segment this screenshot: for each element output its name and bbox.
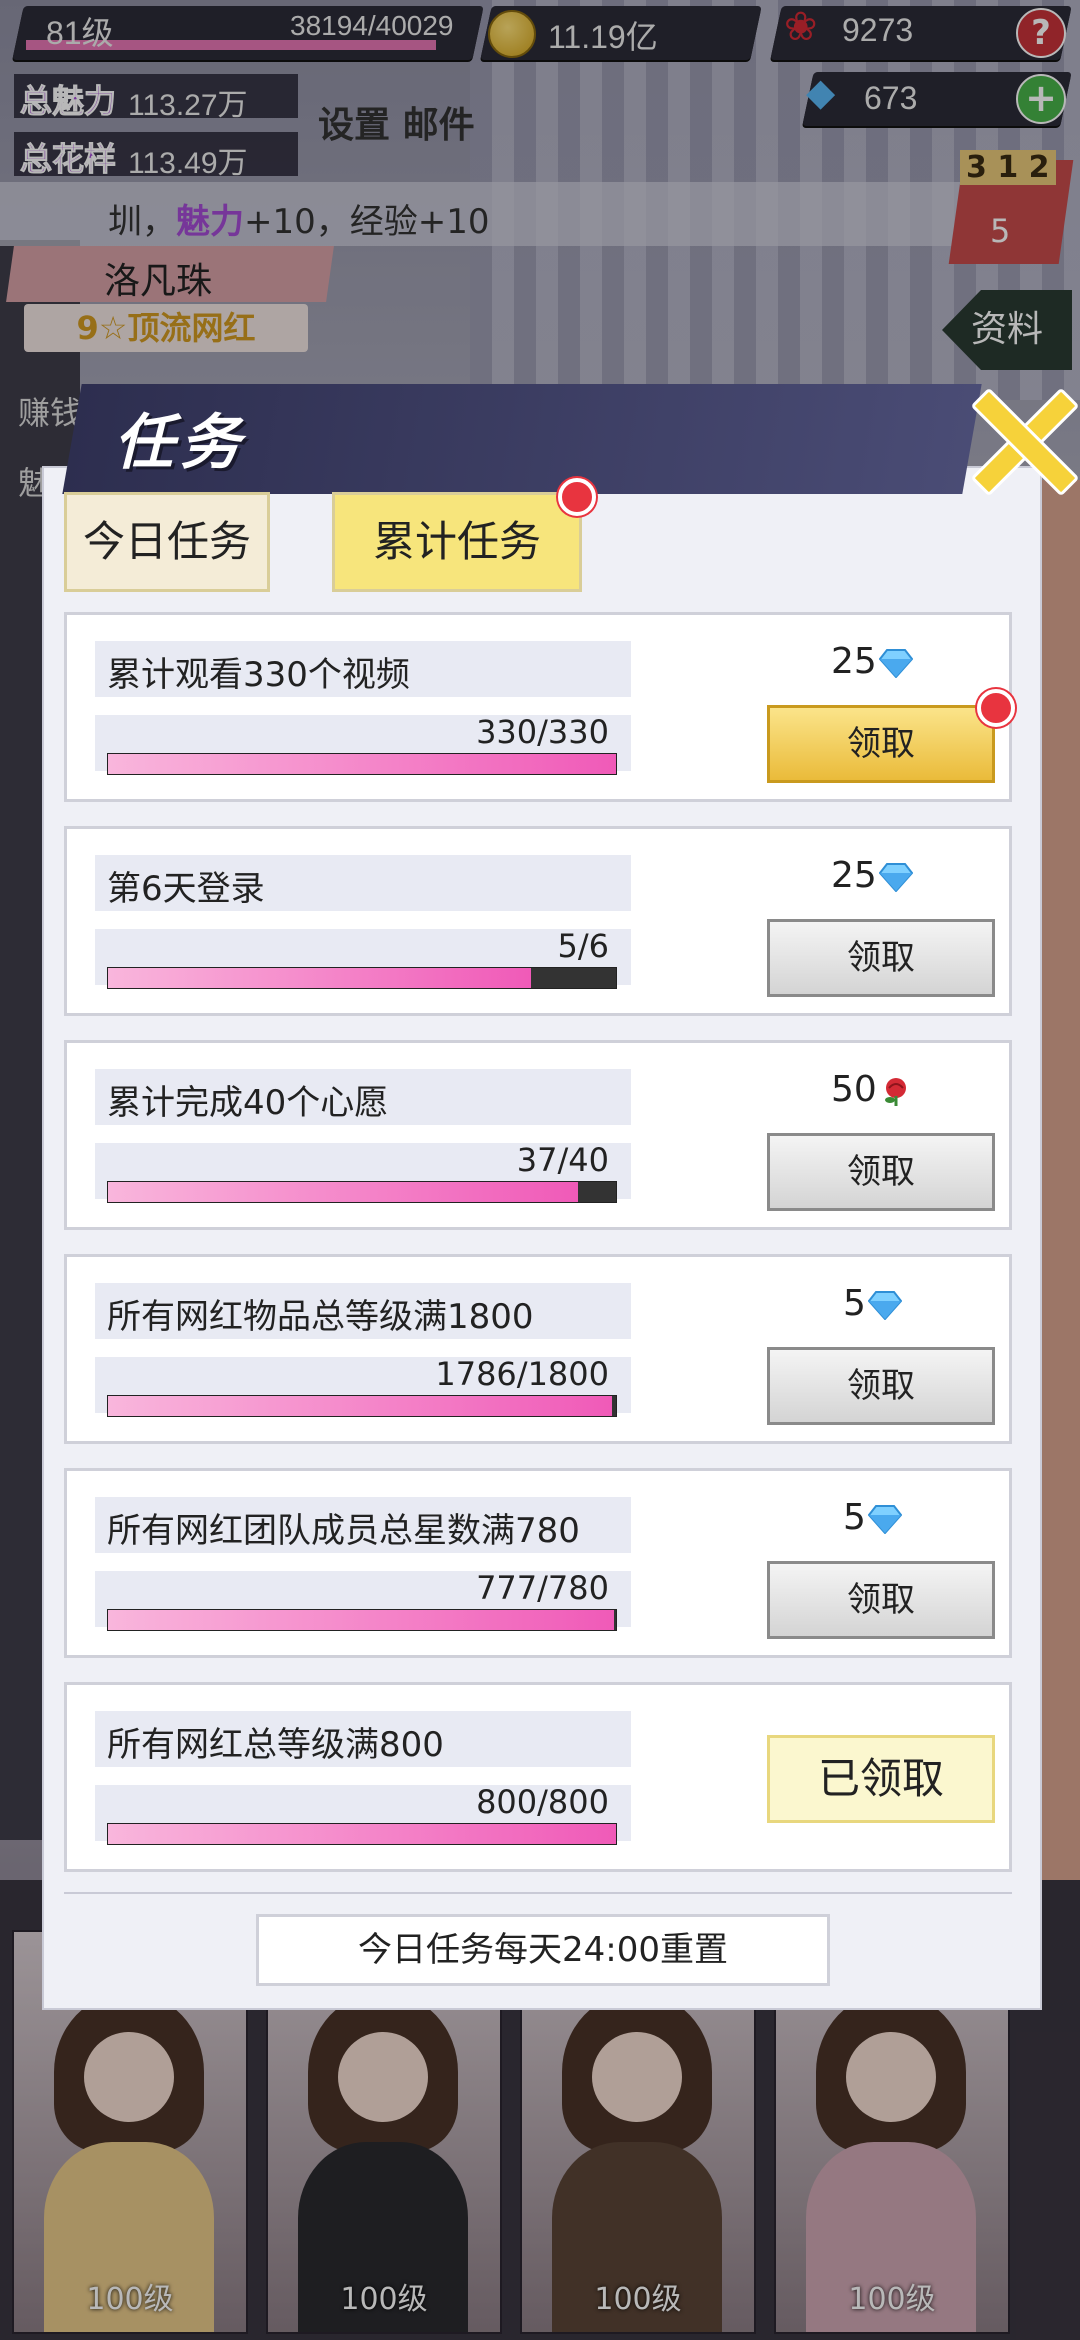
task-title: 第6天登录 [107, 869, 265, 909]
task-reward-amount: 25 [831, 855, 877, 896]
notification-dot [558, 478, 596, 516]
task-progress-text: 37/40 [516, 1141, 609, 1179]
task-progress-bar [107, 967, 617, 989]
diamond-icon [878, 863, 913, 892]
task-reward: 50 [831, 1069, 913, 1110]
claim-button[interactable]: 领取 [767, 1347, 995, 1425]
task-progress-fill [108, 1182, 578, 1202]
close-button[interactable] [962, 384, 1080, 497]
task-progress-bar [107, 1823, 617, 1845]
diamond-icon [867, 1505, 902, 1534]
task-progress-text: 5/6 [557, 927, 610, 965]
task-reward-amount: 25 [831, 641, 877, 682]
task-progress-fill [108, 968, 532, 988]
task-progress-bar [107, 1181, 617, 1203]
task-title: 累计完成40个心愿 [107, 1083, 389, 1123]
task-progress-text: 800/800 [476, 1783, 609, 1821]
task-reward: 5 [843, 1497, 902, 1538]
task-title: 所有网红物品总等级满1800 [107, 1297, 534, 1337]
task-progress-bar [107, 1395, 617, 1417]
tab-accumulated-tasks[interactable]: 累计任务 [332, 492, 582, 592]
task-item: 累计完成40个心愿 37/40 50 领取 [64, 1040, 1012, 1230]
task-progress-bar [107, 753, 617, 775]
task-item: 所有网红总等级满800 800/800 已领取 [64, 1682, 1012, 1872]
notification-dot [977, 689, 1015, 727]
task-reward: 25 [831, 641, 913, 682]
claim-button[interactable]: 领取 [767, 1133, 995, 1211]
diamond-icon [878, 649, 913, 678]
task-reward-amount: 50 [831, 1069, 877, 1110]
task-reward: 5 [843, 1283, 902, 1324]
task-title: 累计观看330个视频 [107, 655, 410, 695]
task-reward-amount: 5 [843, 1497, 866, 1538]
task-item: 所有网红团队成员总星数满780 777/780 5 领取 [64, 1468, 1012, 1658]
task-reward: 25 [831, 855, 913, 896]
tab-daily-tasks[interactable]: 今日任务 [64, 492, 270, 592]
task-item: 第6天登录 5/6 25 领取 [64, 826, 1012, 1016]
task-progress-fill [108, 1610, 614, 1630]
task-progress-text: 1786/1800 [435, 1355, 609, 1393]
claim-button[interactable]: 领取 [767, 919, 995, 997]
task-item: 所有网红物品总等级满1800 1786/1800 5 领取 [64, 1254, 1012, 1444]
task-title: 所有网红团队成员总星数满780 [107, 1511, 580, 1551]
claim-button[interactable]: 领取 [767, 705, 995, 783]
task-progress-text: 777/780 [476, 1569, 609, 1607]
task-dialog-title: 任务 [114, 408, 246, 478]
task-progress-text: 330/330 [476, 713, 609, 751]
divider [64, 1892, 1012, 1894]
task-item: 累计观看330个视频 330/330 25 领取 [64, 612, 1015, 802]
claimed-badge: 已领取 [767, 1735, 995, 1823]
task-title: 所有网红总等级满800 [107, 1725, 444, 1765]
task-progress-bar [107, 1609, 617, 1631]
rose-icon [884, 1078, 906, 1106]
diamond-icon [867, 1291, 902, 1320]
task-progress-fill [108, 1396, 612, 1416]
task-progress-fill [108, 1824, 616, 1844]
reset-note: 今日任务每天24:00重置 [256, 1914, 830, 1986]
task-progress-fill [108, 754, 616, 774]
task-reward-amount: 5 [843, 1283, 866, 1324]
claim-button[interactable]: 领取 [767, 1561, 995, 1639]
